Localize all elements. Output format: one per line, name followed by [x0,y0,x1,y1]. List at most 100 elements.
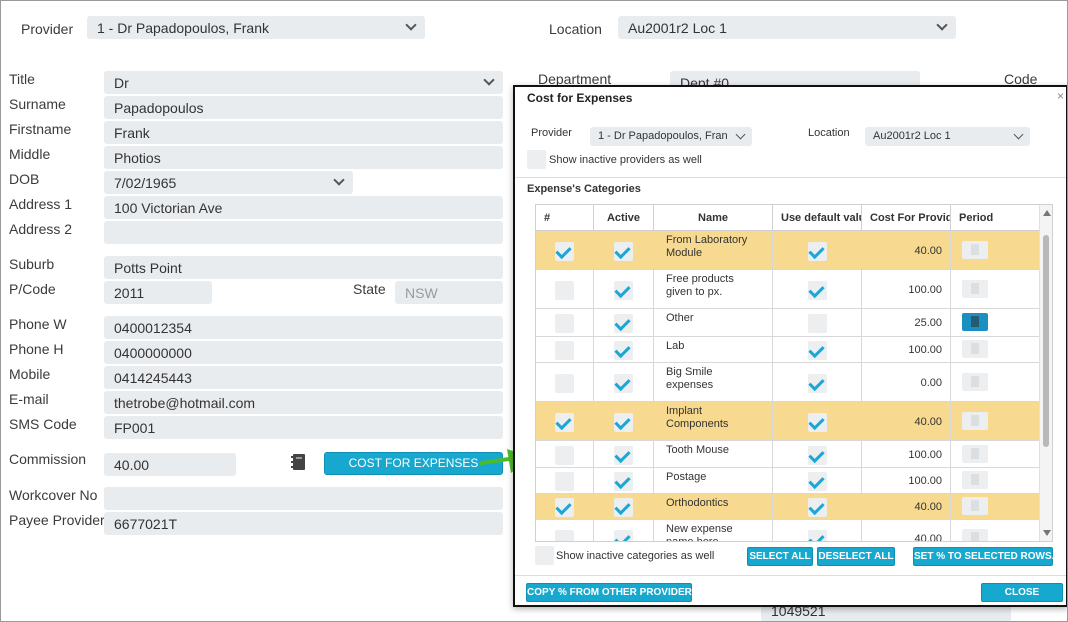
scroll-thumb[interactable] [1043,235,1049,447]
table-row[interactable]: Lab 100.00 [536,337,1040,363]
close-icon[interactable]: × [1057,89,1064,103]
scroll-up-icon[interactable] [1043,210,1051,216]
surname-field[interactable]: Papadopoulos [104,96,503,119]
dob-picker[interactable]: 7/02/1965 [104,171,353,194]
use-default-checkbox[interactable] [808,472,827,491]
table-row[interactable]: Tooth Mouse 100.00 [536,441,1040,468]
period-icon[interactable] [962,280,988,298]
period-icon[interactable] [962,241,988,259]
state-field[interactable]: NSW [395,281,503,304]
cost-value[interactable]: 0.00 [862,377,942,389]
email-field[interactable]: thetrobe@hotmail.com [104,391,503,414]
cost-value[interactable]: 40.00 [862,533,942,541]
table-row[interactable]: New expense name here 40.00 [536,520,1040,541]
scrollbar[interactable] [1039,205,1052,541]
use-default-checkbox[interactable] [808,446,827,465]
row-select-checkbox[interactable] [555,242,574,261]
title-select[interactable]: Dr [104,71,503,94]
use-default-checkbox[interactable] [808,314,827,333]
copy-percent-button[interactable]: COPY % FROM OTHER PROVIDER... [526,583,700,602]
pcode-field[interactable]: 2011 [104,281,212,304]
location-select[interactable]: Au2001r2 Loc 1 [618,16,956,39]
active-checkbox[interactable] [614,413,633,432]
commission-field[interactable]: 40.00 [104,453,236,476]
table-row[interactable]: Orthodontics 40.00 [536,494,1040,520]
period-icon[interactable] [962,412,988,430]
use-default-checkbox[interactable] [808,341,827,360]
use-default-checkbox[interactable] [808,413,827,432]
period-icon[interactable] [962,529,988,541]
use-default-checkbox[interactable] [808,530,827,541]
table-row[interactable]: Free products given to px. 100.00 [536,270,1040,309]
row-select-checkbox[interactable] [555,498,574,517]
period-icon[interactable] [962,373,988,391]
column-header[interactable]: # [536,205,594,231]
show-inactive-categories-checkbox[interactable] [535,546,554,565]
mobile-field[interactable]: 0414245443 [104,366,503,389]
row-select-checkbox[interactable] [555,281,574,300]
phonew-field[interactable]: 0400012354 [104,316,503,339]
active-checkbox[interactable] [614,341,633,360]
period-icon[interactable] [962,313,988,331]
active-checkbox[interactable] [614,281,633,300]
row-select-checkbox[interactable] [555,341,574,360]
payee-field[interactable]: 6677021T [104,512,503,535]
cost-value[interactable]: 100.00 [862,475,942,487]
column-header[interactable]: Name [654,205,773,231]
column-header[interactable]: Period [951,205,1040,231]
scroll-down-icon[interactable] [1043,530,1051,536]
active-checkbox[interactable] [614,472,633,491]
period-icon[interactable] [962,340,988,358]
select-all-button[interactable]: SELECT ALL [747,547,813,566]
set-percent-button[interactable]: SET % TO SELECTED ROWS... [913,547,1060,566]
row-select-checkbox[interactable] [555,374,574,393]
row-select-checkbox[interactable] [555,530,574,541]
use-default-checkbox[interactable] [808,242,827,261]
phoneh-field[interactable]: 0400000000 [104,341,503,364]
cost-value[interactable]: 100.00 [862,344,942,356]
cost-value[interactable]: 40.00 [862,245,942,257]
middle-field[interactable]: Photios [104,146,503,169]
active-checkbox[interactable] [614,498,633,517]
firstname-field[interactable]: Frank [104,121,503,144]
row-select-checkbox[interactable] [555,314,574,333]
period-icon[interactable] [962,471,988,489]
use-default-checkbox[interactable] [808,281,827,300]
column-header[interactable]: Cost For Provid [862,205,951,231]
period-icon[interactable] [962,497,988,515]
workcover-field[interactable] [104,487,503,510]
table-row[interactable]: Postage 100.00 [536,468,1040,494]
use-default-checkbox[interactable] [808,374,827,393]
row-select-checkbox[interactable] [555,472,574,491]
row-select-checkbox[interactable] [555,413,574,432]
active-checkbox[interactable] [614,314,633,333]
sms-field[interactable]: FP001 [104,416,503,439]
cost-for-expenses-button[interactable]: COST FOR EXPENSES [324,452,503,475]
modal-location-select[interactable]: Au2001r2 Loc 1 [865,127,1030,146]
use-default-checkbox[interactable] [808,498,827,517]
address1-field[interactable]: 100 Victorian Ave [104,196,503,219]
address2-field[interactable] [104,221,503,244]
active-checkbox[interactable] [614,530,633,541]
suburb-field[interactable]: Potts Point [104,256,503,279]
cost-value[interactable]: 100.00 [862,284,942,296]
deselect-all-button[interactable]: DESELECT ALL [817,547,895,566]
cost-value[interactable]: 40.00 [862,501,942,513]
show-inactive-providers-checkbox[interactable] [527,150,546,169]
provider-select[interactable]: 1 - Dr Papadopoulos, Frank [87,16,425,39]
column-header[interactable]: Active [594,205,654,231]
cost-value[interactable]: 25.00 [862,317,942,329]
cost-value[interactable]: 40.00 [862,416,942,428]
active-checkbox[interactable] [614,374,633,393]
table-row[interactable]: From Laboratory Module 40.00 [536,231,1040,270]
table-row[interactable]: Other 25.00 [536,309,1040,337]
close-button[interactable]: CLOSE [981,583,1063,602]
row-select-checkbox[interactable] [555,446,574,465]
active-checkbox[interactable] [614,446,633,465]
table-row[interactable]: Big Smile expenses 0.00 [536,363,1040,402]
table-row[interactable]: Implant Components 40.00 [536,402,1040,441]
active-checkbox[interactable] [614,242,633,261]
book-icon[interactable] [291,453,307,471]
modal-provider-select[interactable]: 1 - Dr Papadopoulos, Fran [590,127,752,146]
column-header[interactable]: Use default valu [773,205,862,231]
